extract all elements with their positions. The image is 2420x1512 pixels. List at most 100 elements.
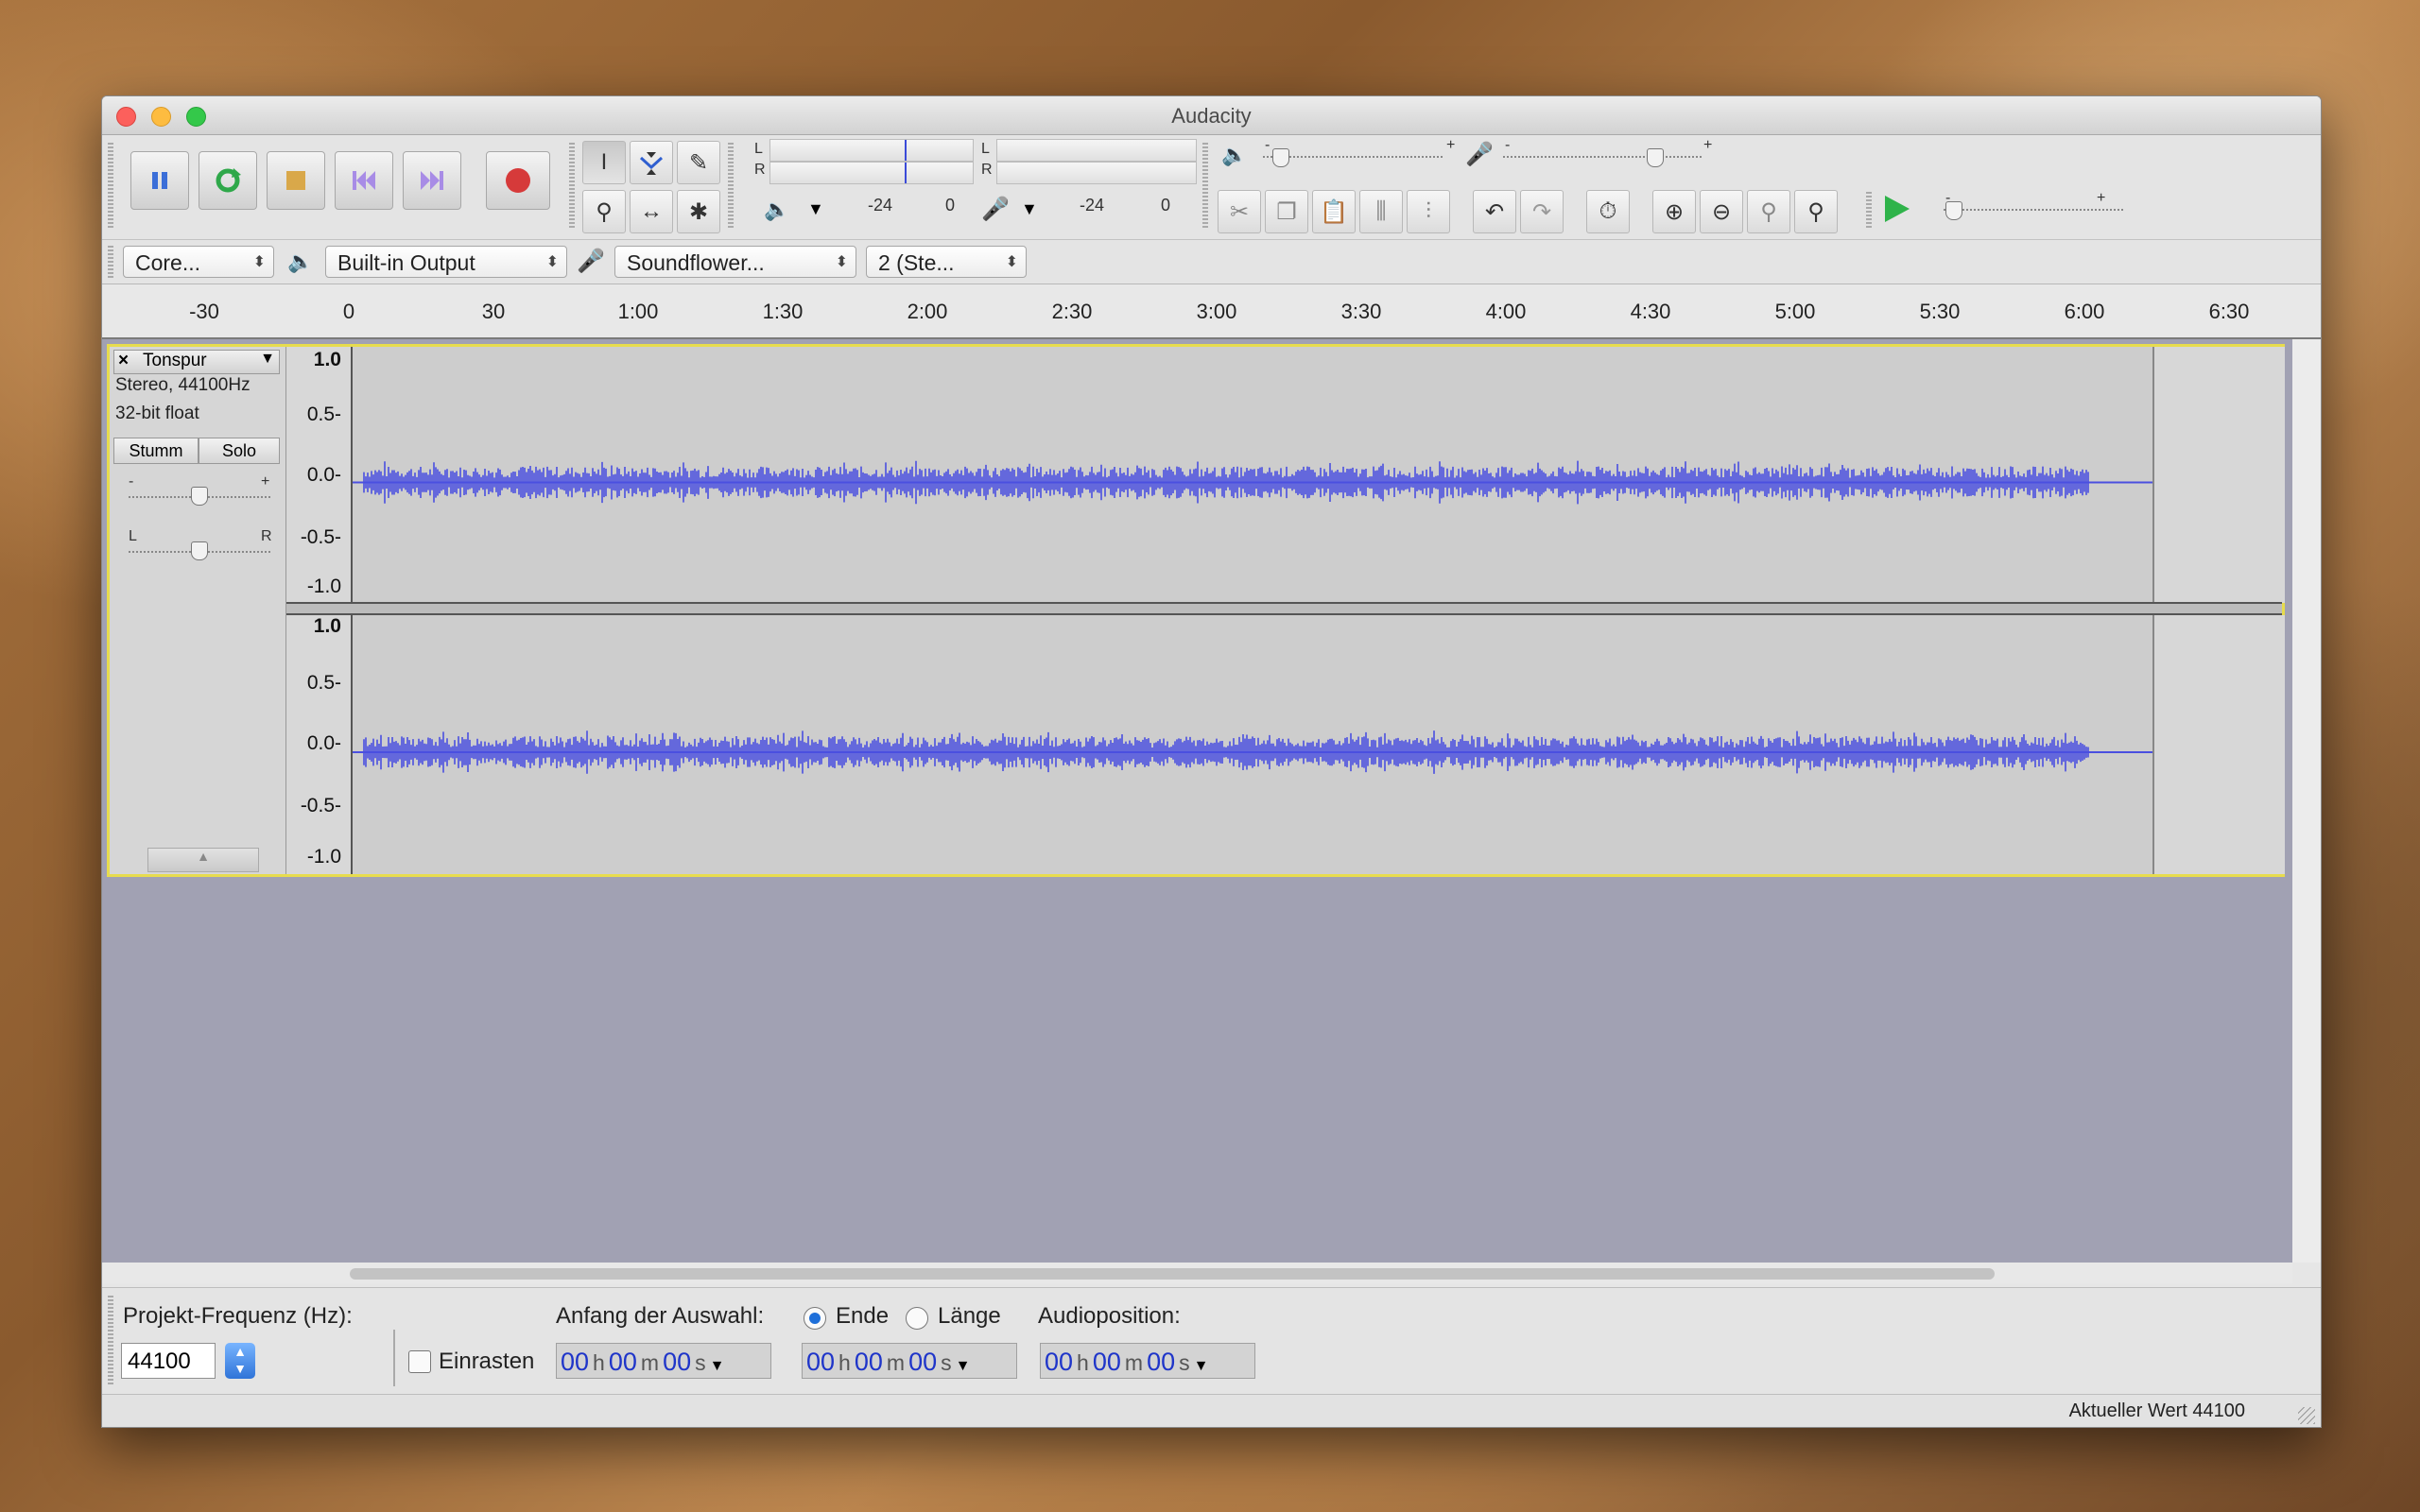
gain-minus: - xyxy=(129,473,134,490)
input-volume-track[interactable] xyxy=(1503,156,1702,160)
ruler-tick: 1:00 xyxy=(617,300,659,323)
tools-grip[interactable] xyxy=(569,143,575,230)
pan-right-label: R xyxy=(261,528,272,544)
horizontal-scrollbar[interactable] xyxy=(102,1263,2292,1283)
pan-slider-thumb[interactable] xyxy=(191,541,208,560)
project-rate-stepper[interactable]: ▲ ▼ xyxy=(225,1343,255,1379)
fit-selection-button[interactable]: ⚲ xyxy=(1747,190,1790,233)
end-radio[interactable] xyxy=(804,1307,826,1330)
toolbar-grip[interactable] xyxy=(108,143,113,230)
audio-track[interactable]: × Tonspur ▼ Stereo, 44100Hz 32-bit float… xyxy=(107,344,2285,877)
paste-icon: 📋 xyxy=(1320,198,1348,225)
updown-arrow-icon: ⬍ xyxy=(545,254,559,270)
play-meter-right-label: R xyxy=(754,162,766,178)
after-end-region xyxy=(2152,347,2285,603)
vertical-scrollbar[interactable] xyxy=(2292,339,2321,1263)
input-channels-select[interactable]: 2 (Ste... ⬍ xyxy=(866,246,1027,278)
cut-button[interactable]: ✂ xyxy=(1218,190,1261,233)
selection-tool-button[interactable]: I xyxy=(582,141,626,184)
zoom-out-icon: ⊖ xyxy=(1711,198,1732,225)
stop-button[interactable] xyxy=(267,151,325,210)
play-meter-right[interactable] xyxy=(769,162,974,184)
meter-grip[interactable] xyxy=(728,143,734,230)
selection-end-time[interactable]: 00 h 00 m 00 s ▼ xyxy=(802,1343,1017,1379)
seconds-unit: s xyxy=(941,1350,952,1375)
left-channel-waveform[interactable] xyxy=(353,347,2285,603)
device-grip[interactable] xyxy=(108,246,113,278)
play-speed-thumb[interactable] xyxy=(1945,201,1962,220)
gain-slider-thumb[interactable] xyxy=(191,487,208,506)
track-panel[interactable]: × Tonspur ▼ Stereo, 44100Hz 32-bit float… xyxy=(102,339,2292,1263)
output-device-select[interactable]: Built-in Output ⬍ xyxy=(325,246,567,278)
silence-icon: ⫶ xyxy=(1426,198,1431,224)
snap-checkbox[interactable] xyxy=(408,1350,431,1373)
ruler-tick: 30 xyxy=(481,300,506,323)
solo-button[interactable]: Solo xyxy=(199,438,280,464)
edit-grip[interactable] xyxy=(1202,192,1208,230)
collapse-track-button[interactable]: ▲ xyxy=(147,848,259,872)
skip-to-start-button[interactable] xyxy=(335,151,393,210)
output-volume-track[interactable] xyxy=(1263,156,1443,160)
channel-separator xyxy=(286,602,2282,615)
play-meter-left[interactable] xyxy=(769,139,974,162)
track-name[interactable]: Tonspur xyxy=(143,351,207,371)
zoom-out-button[interactable]: ⊖ xyxy=(1700,190,1743,233)
rec-meter-menu-arrow[interactable]: ▼ xyxy=(1021,199,1038,219)
time-shift-tool-button[interactable]: ↔ xyxy=(630,190,673,233)
rec-meter-right-label: R xyxy=(981,162,993,178)
track-close-icon[interactable]: × xyxy=(118,351,129,371)
format-menu-arrow-icon[interactable]: ▼ xyxy=(710,1358,725,1374)
input-volume-thumb[interactable] xyxy=(1647,148,1664,167)
selection-grip[interactable] xyxy=(108,1296,113,1386)
play-speed-track[interactable] xyxy=(1944,209,2123,213)
play-meter-menu-arrow[interactable]: ▼ xyxy=(807,199,824,219)
timeline-ruler[interactable]: -30 0 30 1:00 1:30 2:00 2:30 3:00 3:30 4… xyxy=(102,284,2321,339)
zoom-in-button[interactable]: ⊕ xyxy=(1652,190,1696,233)
play-at-speed-button[interactable] xyxy=(1879,192,1913,231)
selection-start-time[interactable]: 00 h 00 m 00 s ▼ xyxy=(556,1343,771,1379)
trim-button[interactable]: ⫼ xyxy=(1359,190,1403,233)
redo-button[interactable]: ↷ xyxy=(1520,190,1564,233)
undo-button[interactable]: ↶ xyxy=(1473,190,1516,233)
pause-button[interactable] xyxy=(130,151,189,210)
loop-play-button[interactable] xyxy=(199,151,257,210)
silence-button[interactable]: ⫶ xyxy=(1407,190,1450,233)
play-at-speed-grip[interactable] xyxy=(1866,192,1872,230)
vertical-scale-right-channel[interactable]: 1.0 0.5- 0.0- -0.5- -1.0 xyxy=(286,615,353,874)
zoom-tool-button[interactable]: ⚲ xyxy=(582,190,626,233)
horizontal-scrollbar-thumb[interactable] xyxy=(350,1268,1995,1280)
updown-arrow-icon: ⬍ xyxy=(835,254,848,270)
hours-unit: h xyxy=(593,1350,605,1375)
fit-project-button[interactable]: ⚲ xyxy=(1794,190,1838,233)
right-channel-waveform[interactable] xyxy=(353,615,2285,874)
rec-meter-right[interactable] xyxy=(996,162,1197,184)
mute-button[interactable]: Stumm xyxy=(113,438,199,464)
track-header[interactable]: × Tonspur ▼ xyxy=(113,350,280,374)
paste-button[interactable]: 📋 xyxy=(1312,190,1356,233)
resize-grip[interactable] xyxy=(2298,1407,2315,1424)
input-device-select[interactable]: Soundflower... ⬍ xyxy=(614,246,856,278)
envelope-tool-button[interactable] xyxy=(630,141,673,184)
ruler-tick: 2:30 xyxy=(1051,300,1093,323)
copy-button[interactable]: ❐ xyxy=(1265,190,1308,233)
pencil-icon: ✎ xyxy=(688,149,709,176)
status-text: Aktueller Wert 44100 xyxy=(2068,1400,2245,1421)
format-menu-arrow-icon[interactable]: ▼ xyxy=(956,1358,971,1374)
output-volume-thumb[interactable] xyxy=(1272,148,1289,167)
length-radio[interactable] xyxy=(906,1307,928,1330)
sync-lock-button[interactable]: ⏱ xyxy=(1586,190,1630,233)
draw-tool-button[interactable]: ✎ xyxy=(677,141,720,184)
multi-tool-button[interactable]: ✱ xyxy=(677,190,720,233)
skip-to-end-button[interactable] xyxy=(403,151,461,210)
rec-meter-left-label: L xyxy=(981,141,990,157)
format-menu-arrow-icon[interactable]: ▼ xyxy=(1194,1358,1209,1374)
project-rate-input[interactable]: 44100 xyxy=(121,1343,216,1379)
audio-host-select[interactable]: Core... ⬍ xyxy=(123,246,274,278)
rec-meter-left[interactable] xyxy=(996,139,1197,162)
undo-icon: ↶ xyxy=(1484,198,1505,225)
track-menu-arrow-icon[interactable]: ▼ xyxy=(260,351,275,368)
vertical-scale-left-channel[interactable]: 1.0 0.5- 0.0- -0.5- -1.0 xyxy=(286,347,353,603)
record-button[interactable] xyxy=(486,151,550,210)
ruler-tick: 5:00 xyxy=(1774,300,1816,323)
audio-position-time[interactable]: 00 h 00 m 00 s ▼ xyxy=(1040,1343,1255,1379)
